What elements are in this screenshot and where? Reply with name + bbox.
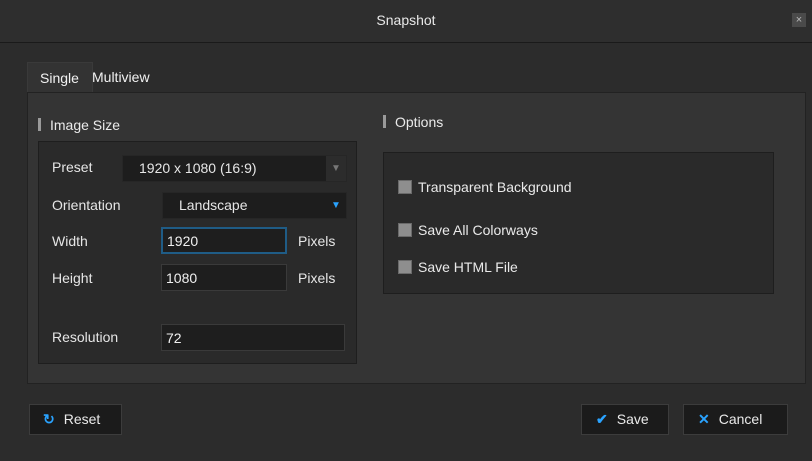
image-size-title: Image Size [50, 117, 121, 133]
tab-multiview[interactable]: Multiview [80, 62, 162, 92]
section-marker [38, 118, 41, 131]
save-label: Save [616, 411, 649, 427]
section-marker [383, 115, 386, 128]
resolution-field[interactable]: 72 [161, 324, 345, 351]
orientation-value: Landscape [179, 197, 248, 213]
window-close-icon[interactable]: × [792, 13, 806, 27]
options-title: Options [395, 114, 444, 130]
transparent-background-label: Transparent Background [418, 179, 572, 195]
save-all-colorways-label: Save All Colorways [418, 222, 538, 238]
save-html-file-label: Save HTML File [418, 259, 518, 275]
window-title: Snapshot [376, 12, 436, 28]
refresh-icon: ↻ [43, 411, 55, 427]
close-icon: ✕ [698, 411, 710, 427]
save-all-colorways-checkbox[interactable] [398, 223, 412, 237]
orientation-label: Orientation [52, 197, 121, 213]
height-field[interactable]: 1080 [161, 264, 287, 291]
width-label: Width [52, 233, 88, 249]
preset-select[interactable]: 1920 x 1080 (16:9) ▼ [122, 155, 347, 182]
cancel-label: Cancel [718, 411, 763, 427]
option-save-all-colorways[interactable]: Save All Colorways [398, 222, 538, 238]
save-html-file-checkbox[interactable] [398, 260, 412, 274]
resolution-label: Resolution [52, 329, 119, 345]
height-label: Height [52, 270, 93, 286]
option-save-html-file[interactable]: Save HTML File [398, 259, 518, 275]
cancel-button[interactable]: ✕ Cancel [683, 404, 788, 435]
reset-label: Reset [63, 411, 101, 427]
height-unit: Pixels [298, 270, 336, 286]
chevron-down-icon: ▼ [326, 156, 346, 181]
title-bar: Snapshot × [0, 0, 812, 43]
save-button[interactable]: ✔ Save [581, 404, 669, 435]
width-unit: Pixels [298, 233, 336, 249]
width-field[interactable]: 1920 [161, 227, 287, 254]
preset-label: Preset [52, 159, 93, 175]
chevron-down-icon: ▼ [331, 200, 341, 211]
snapshot-dialog: Snapshot × Single Multiview Image Size P… [0, 0, 812, 461]
checkmark-icon: ✔ [596, 411, 608, 427]
reset-button[interactable]: ↻ Reset [29, 404, 122, 435]
transparent-background-checkbox[interactable] [398, 180, 412, 194]
option-transparent-background[interactable]: Transparent Background [398, 179, 572, 195]
options-heading: Options [383, 114, 443, 130]
preset-value: 1920 x 1080 (16:9) [139, 160, 257, 176]
image-size-heading: Image Size [38, 117, 120, 133]
orientation-select[interactable]: Landscape ▼ [162, 192, 347, 219]
